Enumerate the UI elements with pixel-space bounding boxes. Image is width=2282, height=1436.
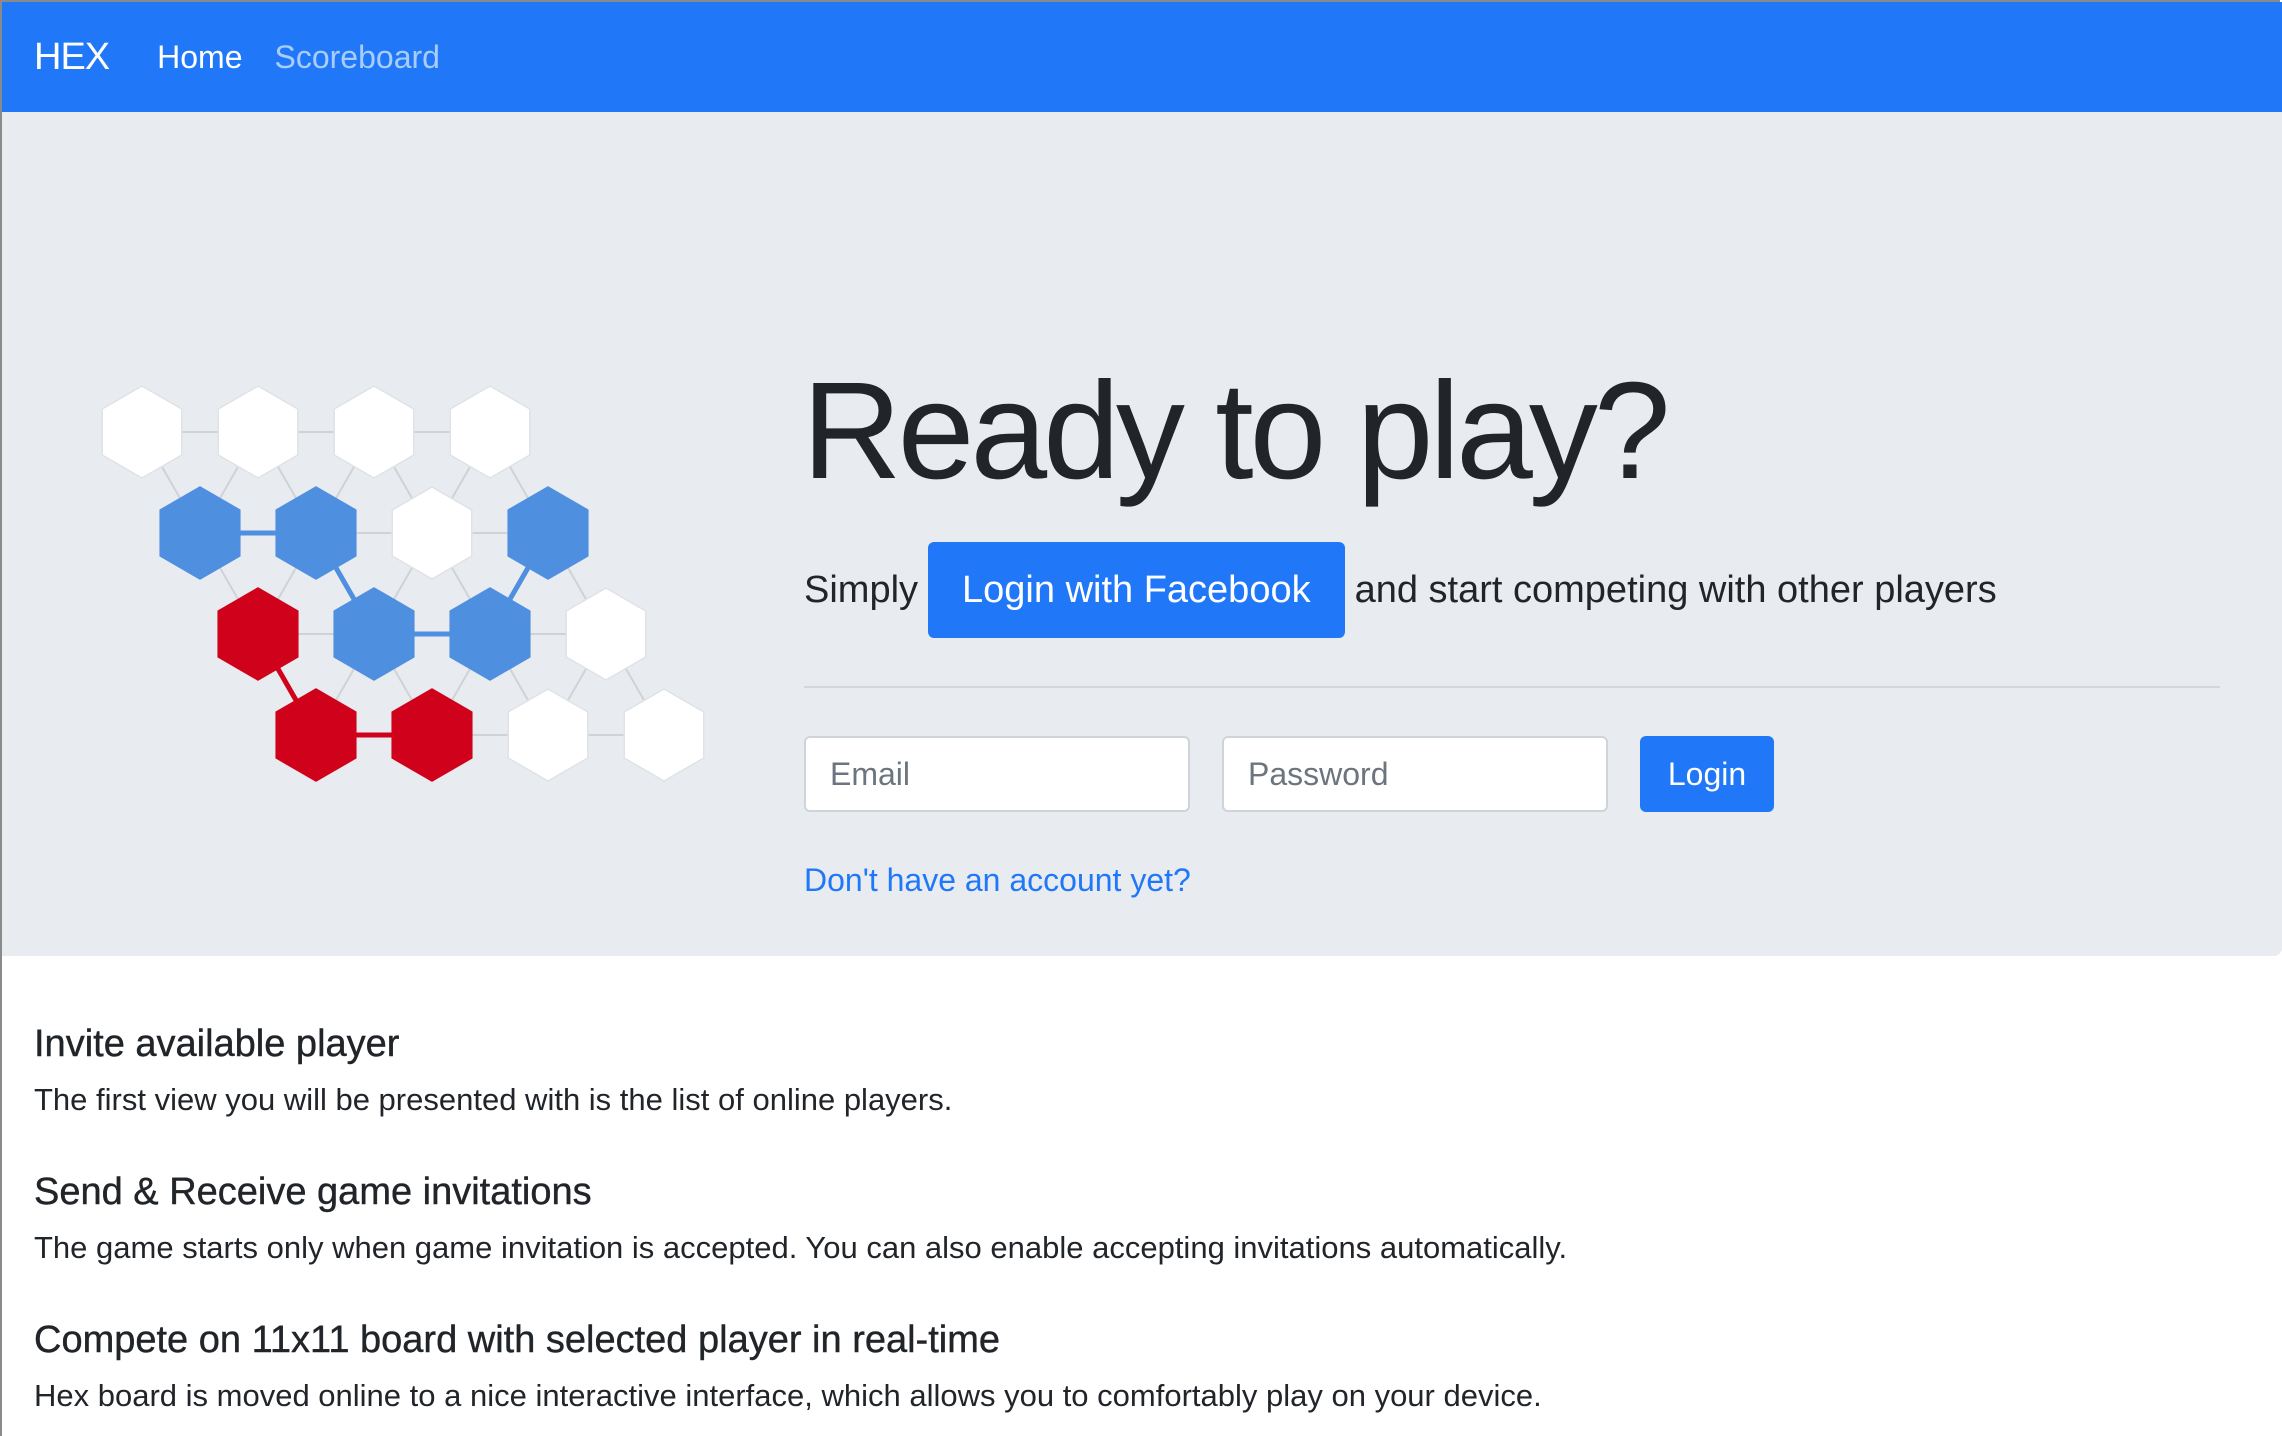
login-with-facebook-button[interactable]: Login with Facebook bbox=[928, 542, 1345, 638]
lead-prefix: Simply bbox=[804, 568, 919, 611]
board-grid-lines bbox=[141, 431, 665, 736]
hex-cell-empty bbox=[391, 486, 473, 580]
brand-logo[interactable]: HEX bbox=[34, 36, 110, 79]
hex-cell-red bbox=[391, 688, 473, 782]
top-navbar: HEX Home Scoreboard bbox=[2, 2, 2282, 112]
hex-cell-blue bbox=[333, 587, 415, 681]
hero-jumbotron: Ready to play? Simply Login with Faceboo… bbox=[2, 112, 2282, 956]
hex-cell-empty bbox=[101, 385, 183, 479]
hex-cell-empty bbox=[333, 385, 415, 479]
hex-cell-blue bbox=[449, 587, 531, 681]
password-field[interactable] bbox=[1222, 736, 1608, 812]
signup-link[interactable]: Don't have an account yet? bbox=[804, 862, 1191, 899]
hex-board-illustration bbox=[101, 385, 705, 782]
hero-divider bbox=[804, 686, 2220, 688]
feature-text: Hex board is moved online to a nice inte… bbox=[34, 1378, 1542, 1413]
hex-cell-blue bbox=[159, 486, 241, 580]
hex-cell-red bbox=[217, 587, 299, 681]
feature-text: The first view you will be presented wit… bbox=[34, 1082, 953, 1117]
feature-item: Invite available player The first view y… bbox=[34, 1016, 2234, 1124]
hex-cell-blue bbox=[507, 486, 589, 580]
hex-cell-empty bbox=[507, 688, 589, 782]
hex-cell-empty bbox=[623, 688, 705, 782]
feature-item: Compete on 11x11 board with selected pla… bbox=[34, 1312, 2234, 1420]
lead-suffix: and start competing with other players bbox=[1354, 568, 1997, 611]
hero-lead: Simply Login with Facebook and start com… bbox=[804, 542, 1997, 638]
hex-cell-empty bbox=[217, 385, 299, 479]
feature-title: Compete on 11x11 board with selected pla… bbox=[34, 1319, 1000, 1361]
feature-item: Send & Receive game invitations The game… bbox=[34, 1164, 2234, 1272]
login-button[interactable]: Login bbox=[1640, 736, 1774, 812]
hero-title: Ready to play? bbox=[802, 354, 1671, 508]
hex-cell-blue bbox=[275, 486, 357, 580]
nav-link-scoreboard[interactable]: Scoreboard bbox=[275, 39, 440, 76]
feature-title: Send & Receive game invitations bbox=[34, 1171, 592, 1213]
email-field[interactable] bbox=[804, 736, 1190, 812]
hex-cell-empty bbox=[565, 587, 647, 681]
features-list: Invite available player The first view y… bbox=[34, 1016, 2234, 1420]
nav-link-home[interactable]: Home bbox=[157, 39, 242, 76]
feature-text: The game starts only when game invitatio… bbox=[34, 1230, 1568, 1265]
feature-title: Invite available player bbox=[34, 1023, 400, 1065]
hex-cell-empty bbox=[449, 385, 531, 479]
hex-cell-red bbox=[275, 688, 357, 782]
